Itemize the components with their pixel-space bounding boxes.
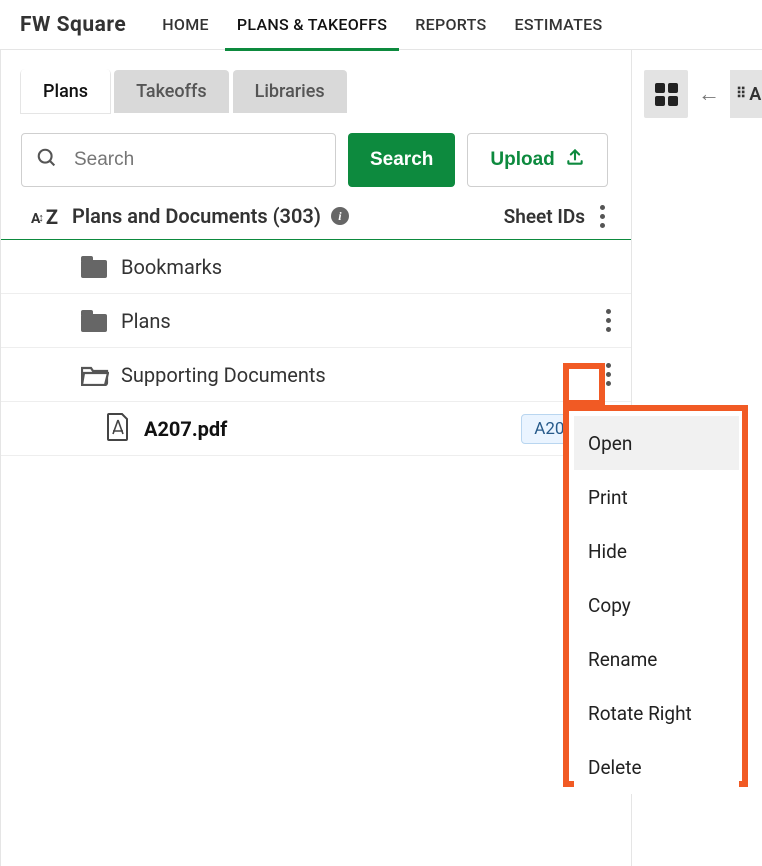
ctx-hide[interactable]: Hide	[574, 524, 739, 578]
nav-estimates[interactable]: ESTIMATES	[501, 0, 617, 50]
sheet-ids-label: Sheet IDs	[504, 205, 585, 228]
grid-view-button[interactable]	[644, 70, 688, 118]
search-box[interactable]	[21, 133, 336, 187]
ctx-rotate-right[interactable]: Rotate Right	[574, 686, 739, 740]
row-supporting-documents[interactable]: Supporting Documents	[1, 348, 631, 402]
list-title: Plans and Documents (303)	[72, 204, 321, 228]
ctx-copy[interactable]: Copy	[574, 578, 739, 632]
sort-az-icon[interactable]: A↕Z	[31, 204, 58, 228]
header-kebab[interactable]	[593, 203, 611, 229]
search-input[interactable]	[72, 148, 321, 172]
info-icon[interactable]: i	[331, 207, 349, 225]
right-toolbar: ← ⠿ A	[644, 70, 762, 118]
ctx-rename[interactable]: Rename	[574, 632, 739, 686]
upload-icon	[565, 147, 585, 173]
search-icon	[36, 147, 58, 173]
partial-label: A	[749, 84, 761, 105]
row-label: Plans	[121, 309, 171, 333]
context-menu: Open Print Hide Copy Rename Rotate Right…	[574, 416, 739, 794]
ctx-print[interactable]: Print	[574, 470, 739, 524]
upload-label: Upload	[490, 149, 554, 171]
row-label: Bookmarks	[121, 255, 222, 279]
file-plan-icon	[106, 413, 130, 445]
nav-reports[interactable]: REPORTS	[401, 0, 500, 50]
upload-button[interactable]: Upload	[467, 133, 607, 187]
top-nav: FW Square HOME PLANS & TAKEOFFS REPORTS …	[0, 0, 762, 50]
row-plans[interactable]: Plans	[1, 294, 631, 348]
ctx-delete[interactable]: Delete	[574, 740, 739, 794]
left-panel: Plans Takeoffs Libraries Search Upload	[0, 50, 632, 866]
arrow-left-icon[interactable]: ←	[698, 81, 720, 107]
search-row: Search Upload	[1, 113, 631, 203]
grid-icon	[655, 83, 678, 106]
row-file-a207[interactable]: A207.pdf A207	[1, 402, 631, 456]
app-logo: FW Square	[20, 13, 126, 37]
drag-dots-icon: ⠿	[736, 86, 745, 102]
right-partial-button[interactable]: ⠿ A	[730, 70, 762, 118]
search-button[interactable]: Search	[348, 133, 455, 187]
row-kebab[interactable]	[599, 362, 617, 388]
subtabs: Plans Takeoffs Libraries	[1, 50, 631, 113]
folder-icon	[81, 310, 107, 332]
nav-plans-takeoffs[interactable]: PLANS & TAKEOFFS	[223, 0, 401, 50]
ctx-open[interactable]: Open	[574, 416, 739, 470]
tab-takeoffs[interactable]: Takeoffs	[114, 70, 229, 113]
row-kebab[interactable]	[599, 308, 617, 334]
tab-plans[interactable]: Plans	[21, 70, 110, 113]
folder-icon	[81, 256, 107, 278]
rows: Bookmarks Plans Supporting Documents	[1, 240, 631, 456]
tab-libraries[interactable]: Libraries	[233, 70, 347, 113]
folder-open-icon	[81, 364, 109, 386]
list-header: A↕Z Plans and Documents (303) i Sheet ID…	[1, 203, 631, 240]
nav-home[interactable]: HOME	[148, 0, 223, 50]
row-bookmarks[interactable]: Bookmarks	[1, 240, 631, 294]
row-label: A207.pdf	[144, 417, 227, 441]
row-label: Supporting Documents	[121, 363, 326, 387]
